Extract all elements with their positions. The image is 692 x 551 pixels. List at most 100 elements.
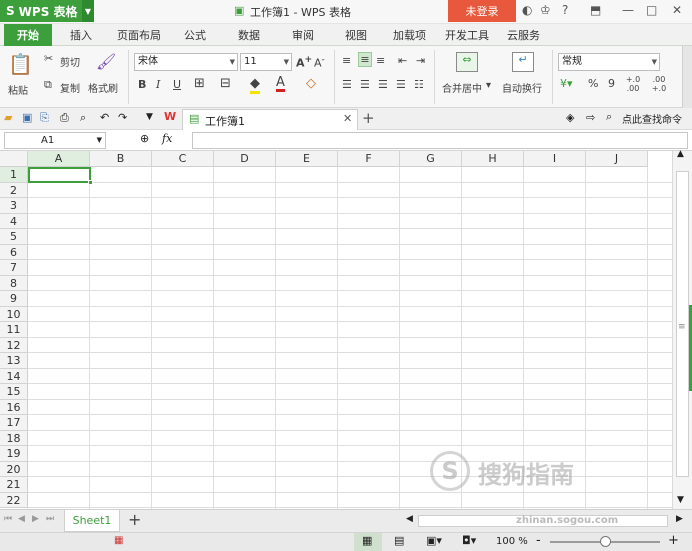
row-header-21[interactable]: 21 <box>0 477 28 493</box>
row-header-20[interactable]: 20 <box>0 461 28 477</box>
merge-center-label[interactable]: 合并居中 <box>442 80 482 95</box>
row-header-2[interactable]: 2 <box>0 182 28 198</box>
search-icon[interactable]: ⌕ <box>606 110 612 124</box>
cut-label[interactable]: 剪切 <box>60 54 80 69</box>
align-center-icon[interactable]: ☰ <box>360 78 370 91</box>
login-button[interactable]: 未登录 <box>448 0 516 22</box>
column-header-h[interactable]: H <box>462 151 524 167</box>
tab-formulas[interactable]: 公式 <box>184 27 206 43</box>
first-sheet-icon[interactable]: ⏮ <box>4 514 12 524</box>
row-header-15[interactable]: 15 <box>0 384 28 400</box>
ribbon-scroll-right[interactable] <box>682 46 692 108</box>
clear-format-icon[interactable]: ◇ <box>306 76 316 91</box>
grow-font-icon[interactable]: A+ <box>296 54 312 70</box>
zoom-level[interactable]: 100 % <box>496 536 528 547</box>
column-header-d[interactable]: D <box>214 151 276 167</box>
last-sheet-icon[interactable]: ⏭ <box>46 514 54 524</box>
column-header-c[interactable]: C <box>152 151 214 167</box>
find-command-input[interactable]: 点此查找命令 <box>622 111 682 126</box>
new-tab-icon[interactable]: + <box>362 109 375 127</box>
chevron-down-icon[interactable]: ▼ <box>97 133 102 148</box>
wrap-text-icon[interactable]: ↵ <box>512 52 534 72</box>
format-painter-icon[interactable]: 🖌 <box>96 52 116 71</box>
fill-color-icon[interactable]: ◆ <box>250 76 260 94</box>
tab-developer[interactable]: 开发工具 <box>445 27 489 43</box>
scroll-up-icon[interactable]: ▲ <box>677 149 684 159</box>
row-header-5[interactable]: 5 <box>0 229 28 245</box>
row-header-22[interactable]: 22 <box>0 492 28 508</box>
currency-icon[interactable]: ¥▾ <box>560 77 573 90</box>
column-header-b[interactable]: B <box>90 151 152 167</box>
row-header-6[interactable]: 6 <box>0 244 28 260</box>
column-header-a[interactable]: A <box>28 151 90 167</box>
scroll-thumb[interactable]: ≡ <box>676 171 689 477</box>
row-header-18[interactable]: 18 <box>0 430 28 446</box>
undo-icon[interactable]: ↶ <box>100 111 109 124</box>
chevron-down-icon[interactable]: ▼ <box>146 112 153 122</box>
maximize-icon[interactable]: □ <box>646 3 657 17</box>
row-header-3[interactable]: 3 <box>0 198 28 214</box>
scroll-left-icon[interactable]: ◀ <box>406 514 413 524</box>
copy-label[interactable]: 复制 <box>60 80 80 95</box>
cell-style-icon[interactable]: ⊟ <box>220 76 231 91</box>
zoom-lookup-icon[interactable]: ⊕ <box>140 132 149 145</box>
formula-input[interactable] <box>192 132 688 149</box>
merge-center-icon[interactable]: ⇔ <box>456 52 478 72</box>
chevron-down-icon[interactable]: ▼ <box>82 0 94 22</box>
row-header-13[interactable]: 13 <box>0 353 28 369</box>
number-format-select[interactable]: 常规 ▼ <box>558 53 660 71</box>
active-cell[interactable] <box>28 167 93 185</box>
distribute-icon[interactable]: ☷ <box>414 78 424 91</box>
normal-view-button[interactable]: ▦ <box>354 533 382 551</box>
eye-protect-icon[interactable]: ◘▾ <box>462 534 476 547</box>
next-sheet-icon[interactable]: ▶ <box>32 514 39 524</box>
tab-home[interactable]: 开始 <box>4 24 52 46</box>
align-right-icon[interactable]: ☰ <box>378 78 388 91</box>
sync-icon[interactable]: ◈ <box>566 111 574 124</box>
justify-icon[interactable]: ☰ <box>396 78 406 91</box>
shrink-font-icon[interactable]: A- <box>314 54 325 70</box>
document-tab[interactable]: ▤ 工作簿1 ✕ <box>182 109 358 130</box>
column-header-f[interactable]: F <box>338 151 400 167</box>
row-header-11[interactable]: 11 <box>0 322 28 338</box>
skin-icon[interactable]: ◐ <box>522 3 532 17</box>
align-top-icon[interactable]: ≡ <box>342 54 351 67</box>
tab-cloud[interactable]: 云服务 <box>507 27 540 43</box>
wps-w-icon[interactable]: W <box>164 110 176 123</box>
paste-icon[interactable]: 📋 <box>8 52 33 76</box>
shirt-icon[interactable]: ♔ <box>540 3 551 17</box>
font-size-select[interactable]: 11 ▼ <box>240 53 292 71</box>
share-icon[interactable]: ⇨ <box>586 111 595 124</box>
tab-view[interactable]: 视图 <box>345 27 367 43</box>
column-header-i[interactable]: I <box>524 151 586 167</box>
row-header-16[interactable]: 16 <box>0 399 28 415</box>
close-tab-icon[interactable]: ✕ <box>343 112 352 125</box>
chevron-down-icon[interactable]: ▾ <box>486 80 491 91</box>
fx-button[interactable]: fx <box>162 132 172 145</box>
minimize-icon[interactable]: — <box>622 3 634 17</box>
zoom-slider-thumb[interactable] <box>600 536 611 547</box>
restore-ribbon-icon[interactable]: ⬒ <box>590 3 601 17</box>
row-header-10[interactable]: 10 <box>0 306 28 322</box>
align-middle-icon[interactable]: ≡ <box>358 52 372 67</box>
app-menu-button[interactable]: S WPS 表格 ▼ <box>0 0 94 22</box>
tab-page-layout[interactable]: 页面布局 <box>117 27 161 43</box>
font-color-icon[interactable]: A <box>276 76 285 92</box>
fill-handle[interactable] <box>88 180 93 185</box>
close-icon[interactable]: ✕ <box>672 3 682 17</box>
bold-button[interactable]: B <box>138 78 146 91</box>
row-header-1[interactable]: 1 <box>0 167 28 183</box>
italic-button[interactable]: I <box>156 78 160 91</box>
layout-view-icon[interactable]: ▣▾ <box>426 534 442 547</box>
borders-icon[interactable]: ⊞ <box>194 76 205 91</box>
tab-addins[interactable]: 加载项 <box>393 27 426 43</box>
add-sheet-button[interactable]: + <box>128 510 141 529</box>
align-left-icon[interactable]: ☰ <box>342 78 352 91</box>
row-header-4[interactable]: 4 <box>0 213 28 229</box>
save-icon[interactable]: ▣ <box>22 111 32 124</box>
paste-label[interactable]: 粘贴 <box>8 82 28 97</box>
vertical-scrollbar[interactable]: ▲ ≡ ▼ <box>672 149 692 509</box>
font-name-select[interactable]: 宋体 ▼ <box>134 53 238 71</box>
print-icon[interactable]: ⎙ <box>60 111 69 125</box>
macro-record-icon[interactable]: ▦ <box>114 535 123 546</box>
